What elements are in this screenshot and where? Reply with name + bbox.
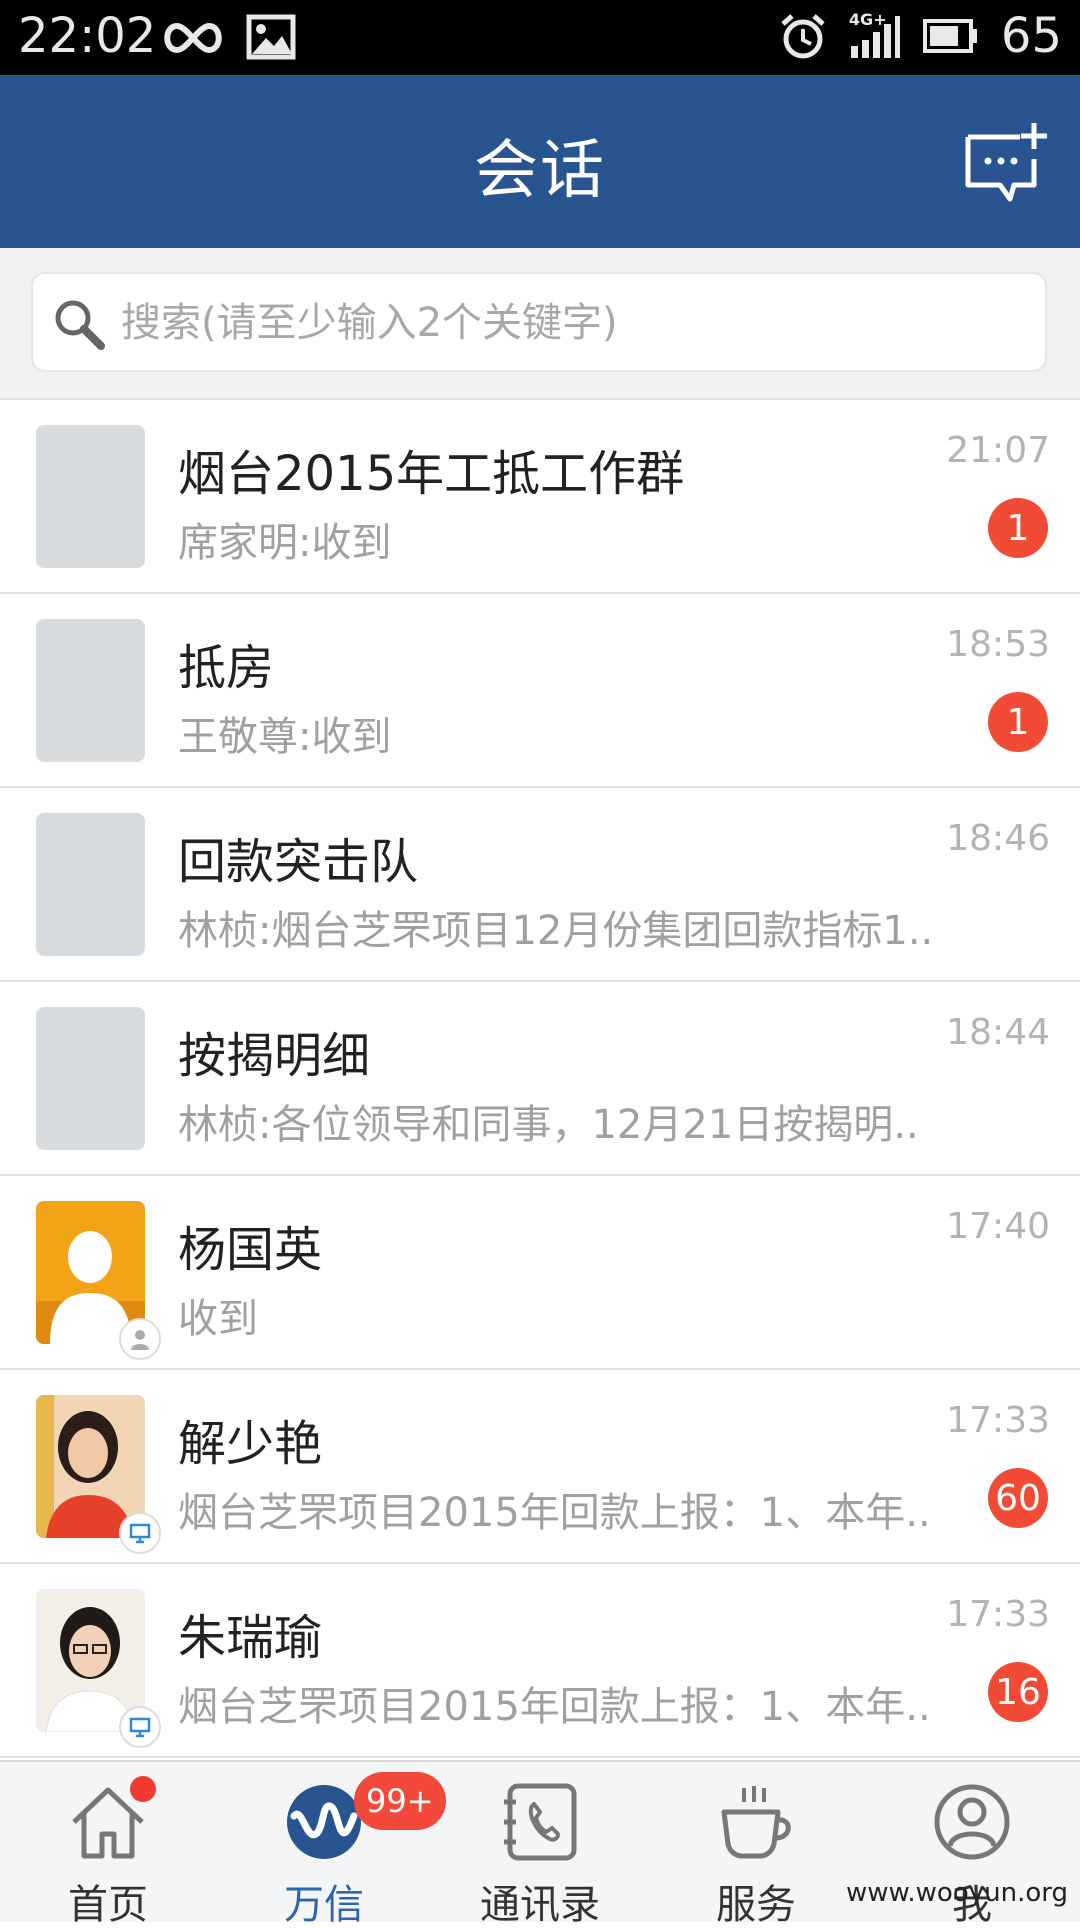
new-chat-icon[interactable] [960,119,1050,209]
default-female-avatar [36,1201,161,1360]
coffee-cup-icon [721,1786,791,1859]
conversation-name: 回款突击队 [178,834,419,890]
unread-badge: 1 [988,692,1048,752]
conversation-time: 18:46 [946,818,1050,859]
tab-label: 首页 [68,1882,148,1928]
conversation-preview: 林桢:烟台芝罘项目12月份集团回款指标1.. [178,908,934,954]
conversation-row[interactable]: 杨国英 收到 17:40 [0,1176,1080,1370]
status-time: 22:02 [18,8,157,64]
contacts-icon [504,1783,577,1861]
conversation-name: 朱瑞瑜 [178,1610,323,1666]
search-box[interactable] [31,272,1047,372]
unread-badge: 1 [988,498,1048,558]
battery-icon [922,19,977,53]
conversation-time: 18:44 [946,1012,1050,1053]
notification-dot [130,1776,156,1802]
conversation-row[interactable]: 按揭明细 林桢:各位领导和同事，12月21日按揭明.. 18:44 [0,982,1080,1176]
watermark: www.wooyun.org [845,1878,1068,1908]
unread-badge: 60 [988,1468,1048,1528]
contact-badge-icon [119,1318,161,1360]
status-bar: 22:02 4G+ 65 [0,0,1080,75]
tab-wanxin[interactable]: 99+ 万信 [216,1762,446,1928]
conversation-preview: 烟台芝罘项目2015年回款上报：1、本年.. [178,1684,931,1730]
desktop-online-icon [119,1706,161,1748]
search-icon [55,300,105,350]
conversation-name: 解少艳 [178,1416,323,1472]
wanxin-icon [287,1785,361,1859]
tab-label: 服务 [716,1882,796,1928]
app-header: 会话 [0,75,1080,248]
group-avatar [36,1007,145,1150]
conversation-name: 杨国英 [178,1222,323,1278]
search-input[interactable] [119,274,1023,372]
photo-avatar [36,1589,161,1748]
conversation-row[interactable]: 解少艳 烟台芝罘项目2015年回款上报：1、本年.. 17:33 60 [0,1370,1080,1564]
group-avatar [36,813,145,956]
conversation-preview: 席家明:收到 [178,520,392,566]
conversation-row[interactable]: 抵房 王敬尊:收到 18:53 1 [0,594,1080,788]
tab-home[interactable]: 首页 [0,1762,216,1928]
conversation-time: 17:33 [946,1400,1050,1441]
conversation-name: 按揭明细 [178,1028,371,1084]
conversation-time: 21:07 [946,430,1050,471]
page-title: 会话 [474,134,606,208]
signal-icon: 4G+ [849,10,901,60]
image-icon [246,14,296,60]
conversation-preview: 烟台芝罘项目2015年回款上报：1、本年.. [178,1490,931,1536]
profile-icon [934,1784,1010,1860]
conversation-time: 17:40 [946,1206,1050,1247]
conversation-row[interactable]: 烟台2015年工抵工作群 席家明:收到 21:07 1 [0,398,1080,594]
infinity-icon [164,22,222,54]
status-right-icons: 4G+ 65 [779,8,1062,64]
conversation-time: 17:33 [946,1594,1050,1635]
group-avatar [36,425,145,568]
desktop-online-icon [119,1512,161,1554]
unread-badge: 16 [988,1662,1048,1722]
tab-label: 万信 [284,1882,364,1928]
conversation-row[interactable]: 朱瑞瑜 烟台芝罘项目2015年回款上报：1、本年.. 17:33 16 [0,1564,1080,1758]
conversation-preview: 收到 [178,1296,258,1342]
conversation-name: 抵房 [178,640,275,696]
tab-contacts[interactable]: 通讯录 [432,1762,648,1928]
conversation-row[interactable]: 回款突击队 林桢:烟台芝罘项目12月份集团回款指标1.. 18:46 [0,788,1080,982]
status-left-icons [160,14,296,62]
photo-avatar [36,1395,161,1554]
tab-services[interactable]: 服务 [648,1762,864,1928]
conversation-time: 18:53 [946,624,1050,665]
conversation-preview: 王敬尊:收到 [178,714,392,760]
group-avatar [36,619,145,762]
search-bar [0,248,1080,398]
conversation-preview: 林桢:各位领导和同事，12月21日按揭明.. [178,1102,919,1148]
conversation-name: 烟台2015年工抵工作群 [178,446,685,502]
battery-percent: 65 [1000,8,1062,64]
conversation-list: 烟台2015年工抵工作群 席家明:收到 21:07 1 抵房 王敬尊:收到 18… [0,398,1080,1758]
tab-label: 通讯录 [480,1882,600,1928]
alarm-icon [781,14,825,59]
